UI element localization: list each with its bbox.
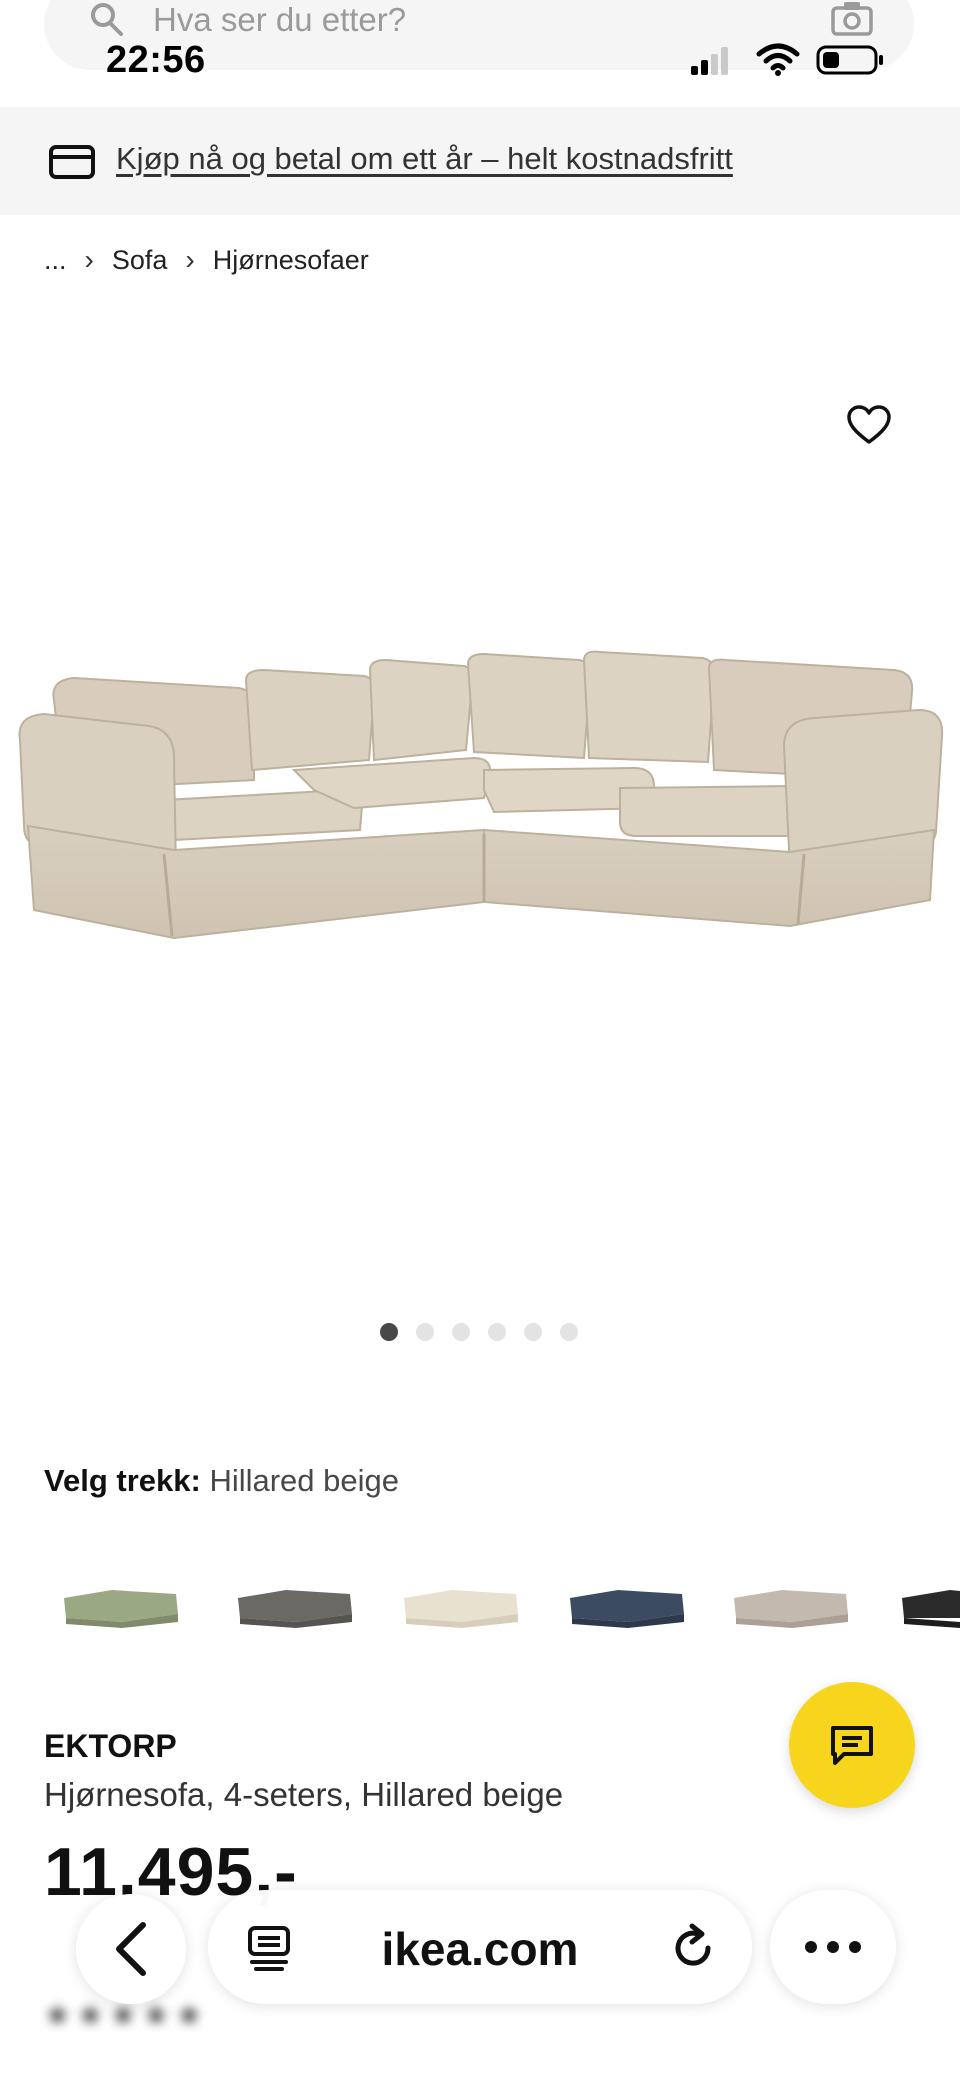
promo-banner[interactable]: Kjøp nå og betal om ett år – helt kostna…: [0, 107, 960, 215]
browser-back-button[interactable]: [76, 1894, 186, 2004]
swatch-dark-grey[interactable]: [232, 1578, 356, 1630]
search-icon: [91, 3, 123, 36]
gallery-dot[interactable]: [416, 1323, 434, 1341]
gallery-dot[interactable]: [488, 1323, 506, 1341]
camera-icon[interactable]: [830, 0, 874, 36]
more-dot: [805, 1941, 817, 1953]
chevron-left-icon: [116, 1922, 146, 1976]
promo-link[interactable]: Kjøp nå og betal om ett år – helt kostna…: [116, 139, 733, 179]
swatch-greige[interactable]: [728, 1578, 852, 1630]
search-input[interactable]: Hva ser du etter?: [153, 0, 406, 40]
reload-icon[interactable]: [668, 1922, 718, 1972]
breadcrumb-item-corner-sofas[interactable]: Hjørnesofaer: [213, 243, 369, 277]
chevron-right-icon: ›: [185, 244, 195, 275]
browser-address-bar[interactable]: ikea.com: [208, 1890, 752, 2004]
more-dot: [827, 1941, 839, 1953]
breadcrumb-ellipsis[interactable]: ...: [44, 243, 67, 277]
gallery-pagination[interactable]: [380, 1323, 578, 1341]
cover-selection-label: Velg trekk: Hillared beige: [44, 1462, 399, 1500]
cover-label-title: Velg trekk:: [44, 1463, 201, 1498]
gallery-dot[interactable]: [524, 1323, 542, 1341]
status-time: 22:56: [106, 39, 206, 81]
swatch-black[interactable]: [896, 1578, 960, 1630]
more-dot: [849, 1941, 861, 1953]
product-name: EKTORP: [44, 1728, 177, 1764]
breadcrumb-item-sofa[interactable]: Sofa: [112, 243, 168, 277]
chat-icon: [831, 1726, 873, 1765]
gallery-dot[interactable]: [380, 1323, 398, 1341]
credit-card-icon: [49, 145, 95, 179]
gallery-dot[interactable]: [452, 1323, 470, 1341]
swatch-dark-blue[interactable]: [564, 1578, 688, 1630]
chat-button[interactable]: [789, 1682, 915, 1808]
product-description: Hjørnesofa, 4-seters, Hillared beige: [44, 1776, 564, 1813]
browser-more-button[interactable]: [770, 1890, 896, 2004]
cellular-signal-icon: [691, 47, 728, 75]
cover-selected-value: Hillared beige: [209, 1463, 399, 1498]
breadcrumb: ... › Sofa › Hjørnesofaer: [44, 243, 369, 277]
cover-swatches: [58, 1578, 960, 1638]
battery-icon: [816, 45, 883, 75]
swatch-green[interactable]: [58, 1578, 182, 1630]
wifi-icon: [756, 43, 800, 76]
product-image[interactable]: [14, 640, 944, 980]
heart-icon[interactable]: [846, 404, 892, 446]
swatch-cream[interactable]: [398, 1578, 522, 1630]
top-bar: Hva ser du etter? 22:56: [0, 0, 960, 106]
chevron-right-icon: ›: [84, 244, 94, 275]
gallery-dot[interactable]: [560, 1323, 578, 1341]
